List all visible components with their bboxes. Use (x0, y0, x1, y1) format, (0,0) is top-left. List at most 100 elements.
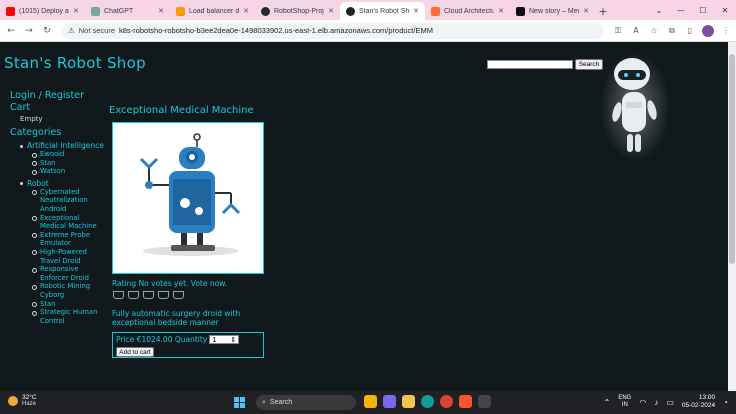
url-text[interactable]: k8s-robotsho-robotsho-b3ee2dea0e-1498033… (119, 26, 598, 35)
weather-widget[interactable]: 32°C Haze (8, 394, 37, 408)
vote-icon[interactable] (158, 291, 169, 299)
medical-robot-illustration (139, 133, 241, 256)
product-link[interactable]: Exceptional Medical Machine (32, 214, 105, 231)
category-robot[interactable]: Robot (20, 179, 105, 188)
profile-avatar[interactable] (702, 24, 714, 37)
product-link[interactable]: Robotic Mining Cyborg (32, 282, 105, 299)
shop-title[interactable]: Stan's Robot Shop (4, 54, 146, 72)
star-icon[interactable]: ☆ (648, 25, 660, 37)
product-link[interactable]: High-Powered Travel Droid (32, 248, 105, 265)
product-link[interactable]: Stan (32, 159, 105, 168)
tab-load-balancer[interactable]: Load balancer details✕ (170, 2, 255, 20)
notification-icon[interactable]: ◔ (723, 398, 728, 407)
search-icon: ⌕ (262, 398, 266, 406)
product-link[interactable]: Responsive Enforcer Droid (32, 265, 105, 282)
vote-icon[interactable] (173, 291, 184, 299)
search-button[interactable]: Search (575, 59, 603, 70)
brave-icon[interactable] (459, 395, 472, 408)
warning-icon[interactable]: ⚠ (68, 26, 75, 35)
extensions-icon[interactable]: ⧉ (666, 25, 678, 37)
wifi-icon[interactable]: ◠ (639, 398, 646, 407)
windows-taskbar: 32°C Haze ⌕ Search ⌃ ENG IN ◠ ♪ ▭ 13:00 05-0… (0, 391, 736, 414)
minimize-icon[interactable]: — (670, 0, 692, 20)
close-icon[interactable]: ✕ (328, 7, 334, 15)
new-tab-button[interactable]: + (595, 2, 611, 20)
address-bar[interactable]: ⚠ Not secure k8s-robotsho-robotsho-b3ee2… (62, 22, 604, 39)
close-icon[interactable]: ✕ (158, 7, 164, 15)
product-link[interactable]: Stan (32, 300, 105, 309)
quantity-stepper[interactable]: 1 ⇕ (209, 335, 240, 344)
cloud-icon (431, 6, 440, 16)
window-controls: ⌄ — ☐ ✕ (648, 0, 736, 20)
toolbar-icons: ⚿ A ☆ ⧉ ▯ ⋮ (612, 24, 732, 37)
category-ai[interactable]: Artificial Intelligence (20, 141, 105, 150)
back-icon[interactable]: ← (4, 24, 18, 38)
not-secure-label[interactable]: Not secure (79, 26, 115, 35)
robot-mascot-image (600, 52, 670, 162)
sun-icon (8, 396, 18, 406)
product-link[interactable]: Strategic Human Control (32, 308, 105, 325)
volume-icon[interactable]: ♪ (654, 398, 658, 407)
key-icon[interactable]: ⚿ (612, 25, 624, 37)
chrome-icon[interactable] (440, 395, 453, 408)
price-label: Price €1024.00 Quantity (116, 335, 208, 344)
stepper-arrows-icon[interactable]: ⇕ (230, 336, 236, 344)
language-indicator[interactable]: ENG IN (618, 395, 631, 409)
product-description: Fully automatic surgery droid with excep… (112, 309, 241, 327)
chevron-up-icon[interactable]: ⌃ (604, 398, 611, 407)
robot-icon (346, 6, 355, 16)
sidebar: Login / Register Cart Empty Categories A… (10, 90, 105, 325)
tab-cloud-architecture[interactable]: Cloud Architecture✕ (425, 2, 510, 20)
close-icon[interactable]: ✕ (243, 7, 249, 15)
cart-link[interactable]: Cart (10, 102, 105, 114)
close-icon[interactable]: ✕ (583, 7, 589, 15)
youtube-icon (6, 6, 15, 16)
system-tray: ⌃ ENG IN ◠ ♪ ▭ 13:00 05-02-2024 ◔ (604, 394, 728, 410)
search-input[interactable] (487, 60, 573, 69)
forward-icon[interactable]: → (22, 24, 36, 38)
close-window-icon[interactable]: ✕ (714, 0, 736, 20)
chevron-down-icon[interactable]: ⌄ (648, 0, 670, 20)
clock[interactable]: 13:00 05-02-2024 (682, 394, 715, 410)
page-scrollbar[interactable] (728, 42, 736, 391)
medium-icon (516, 6, 525, 16)
close-icon[interactable]: ✕ (73, 7, 79, 15)
product-title: Exceptional Medical Machine (109, 105, 254, 116)
vote-icon[interactable] (128, 291, 139, 299)
sidepanel-icon[interactable]: ▯ (684, 25, 696, 37)
add-to-cart-button[interactable]: Add to cart (116, 347, 154, 357)
taskbar-search[interactable]: ⌕ Search (256, 395, 356, 410)
widgets-icon[interactable] (364, 395, 377, 408)
scrollbar-thumb[interactable] (729, 54, 735, 264)
close-icon[interactable]: ✕ (413, 7, 419, 15)
battery-icon[interactable]: ▭ (666, 398, 674, 407)
categories-heading: Categories (10, 127, 62, 138)
page-content: Stan's Robot Shop Search Login / Registe… (0, 42, 736, 391)
translate-icon[interactable]: A (630, 25, 642, 37)
product-link[interactable]: Extreme Probe Emulator (32, 231, 105, 248)
login-register-link[interactable]: Login / Register (10, 90, 105, 102)
edge-icon[interactable] (421, 395, 434, 408)
tab-robotshop-project[interactable]: RobotShop-Project✕ (255, 2, 340, 20)
github-icon (261, 6, 270, 16)
reload-icon[interactable]: ↻ (40, 24, 54, 38)
tab-chatgpt[interactable]: ChatGPT ✕ (85, 2, 170, 20)
vote-icon[interactable] (143, 291, 154, 299)
cart-status: Empty (20, 115, 43, 123)
vote-icon[interactable] (113, 291, 124, 299)
product-link[interactable]: Watson (32, 167, 105, 176)
terminal-icon[interactable] (478, 395, 491, 408)
taskbar-apps (364, 395, 491, 408)
product-link[interactable]: Ewooid (32, 150, 105, 159)
maximize-icon[interactable]: ☐ (692, 0, 714, 20)
rating-text[interactable]: Rating No votes yet. Vote now. (112, 279, 227, 288)
tab-medium[interactable]: New story – Medium✕ (510, 2, 595, 20)
windows-start-icon[interactable] (234, 397, 245, 408)
file-explorer-icon[interactable] (402, 395, 415, 408)
menu-icon[interactable]: ⋮ (720, 25, 732, 37)
close-icon[interactable]: ✕ (498, 7, 504, 15)
tab-stans-robot-shop[interactable]: Stan's Robot Shop✕ (340, 2, 425, 20)
copilot-icon[interactable] (383, 395, 396, 408)
product-link[interactable]: Cybernated Neutralization Android (32, 188, 105, 214)
tab-youtube[interactable]: (1015) Deploy an EKS✕ (0, 2, 85, 20)
